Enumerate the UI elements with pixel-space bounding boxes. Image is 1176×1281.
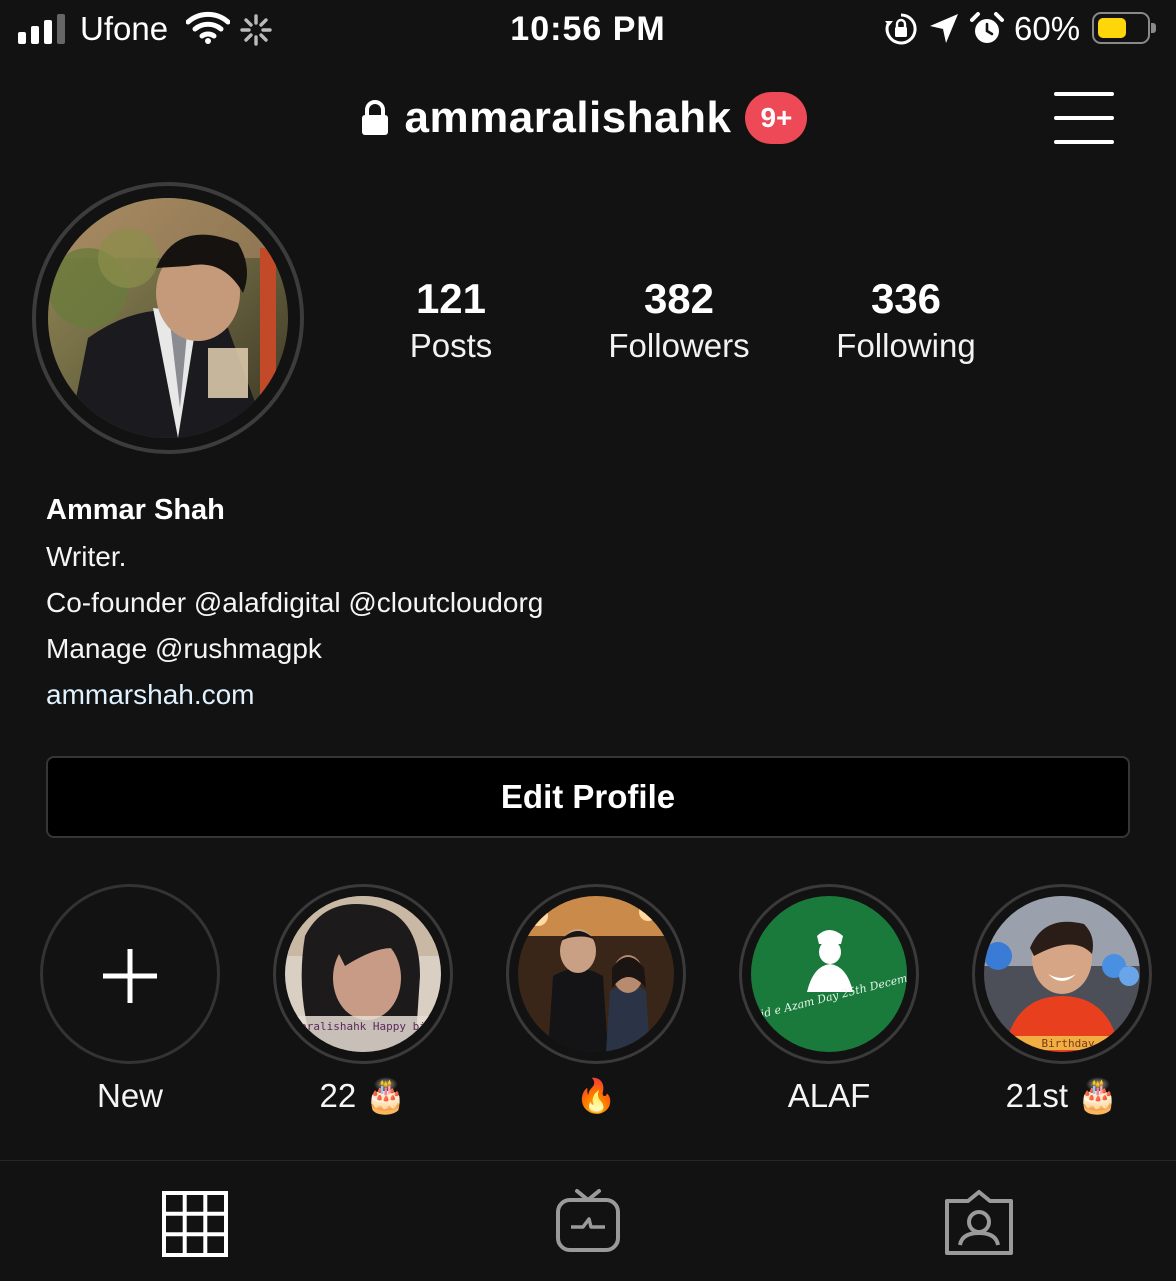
lock-icon: [361, 100, 388, 135]
rotation-lock-icon: [885, 13, 917, 45]
followers-label: Followers: [608, 327, 750, 364]
website-link[interactable]: ammarshah.com: [46, 672, 543, 718]
posts-count: 121: [415, 275, 487, 322]
highlight-label: 🔥: [575, 1077, 617, 1114]
bio-line: Manage @rushmagpk: [46, 633, 322, 664]
status-bar: Ufone 10:56 PM 60%: [0, 0, 1176, 62]
following-count: 336: [870, 275, 942, 322]
highlight-caption: Birthday: [1042, 1037, 1095, 1050]
igtv-icon[interactable]: [555, 1187, 621, 1253]
display-name: Ammar Shah: [46, 494, 225, 526]
highlight-item[interactable]: Quaid e Azam Day 25th December ALAF: [739, 884, 919, 1114]
location-arrow-icon: [930, 14, 958, 43]
stat-followers[interactable]: 382 Followers: [559, 274, 799, 368]
highlight-item[interactable]: @ammaralishahk Happy birthd 22 🎂: [273, 884, 453, 1114]
highlight-item[interactable]: 🔥: [506, 884, 686, 1114]
avatar[interactable]: [48, 198, 288, 438]
highlight-caption: @ammaralishahk Happy birthd: [285, 1020, 441, 1033]
alarm-icon: [970, 12, 1004, 43]
highlight-label: 21st 🎂: [1005, 1077, 1119, 1114]
battery-icon: [1092, 12, 1156, 44]
highlight-label: ALAF: [787, 1077, 871, 1114]
plus-icon: [103, 949, 157, 1003]
profile-header: ammaralishahk 9+: [0, 92, 1176, 144]
tagged-icon[interactable]: [944, 1187, 1014, 1257]
bio-line: Writer.: [46, 541, 127, 572]
username[interactable]: ammaralishahk: [405, 93, 732, 143]
grid-icon[interactable]: [162, 1191, 228, 1257]
followers-count: 382: [643, 275, 715, 322]
edit-profile-button[interactable]: Edit Profile: [46, 756, 1130, 838]
profile-tab-bar: [0, 1160, 1176, 1281]
highlight-new[interactable]: New: [40, 884, 220, 1114]
notification-badge: 9+: [745, 92, 808, 144]
highlight-label: New: [96, 1077, 164, 1114]
posts-label: Posts: [409, 327, 493, 364]
menu-icon[interactable]: [1054, 92, 1114, 144]
stat-posts[interactable]: 121 Posts: [331, 274, 571, 368]
highlight-item[interactable]: Birthday 21st 🎂: [972, 884, 1152, 1114]
bio: Ammar Shah Writer. Co-founder @alafdigit…: [46, 490, 543, 718]
battery-percent: 60%: [1014, 10, 1081, 47]
following-label: Following: [836, 327, 976, 364]
stat-following[interactable]: 336 Following: [786, 274, 1026, 368]
highlight-label: 22 🎂: [319, 1077, 407, 1114]
bio-line: Co-founder @alafdigital @cloutcloudorg: [46, 587, 544, 618]
